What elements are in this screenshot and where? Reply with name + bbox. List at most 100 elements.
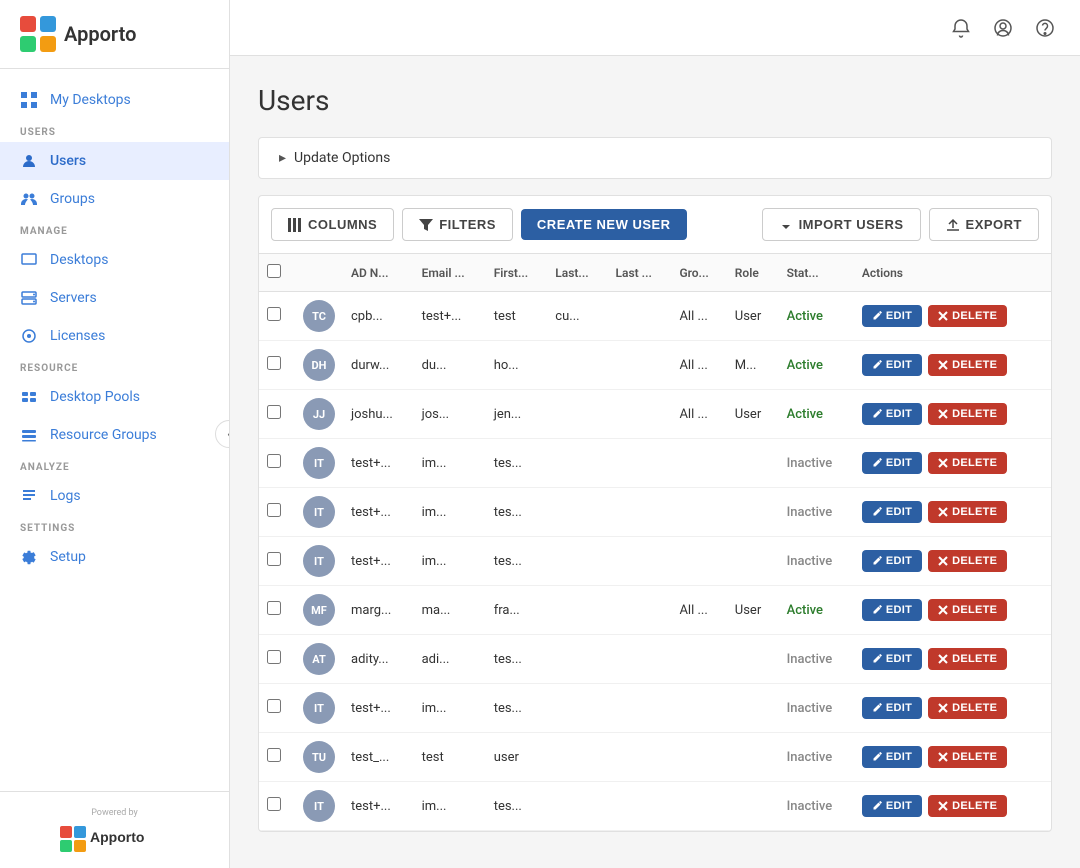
sidebar-item-my-desktops[interactable]: My Desktops xyxy=(0,81,229,119)
row-first-name: tes... xyxy=(486,635,548,684)
update-options-label: Update Options xyxy=(294,150,390,166)
create-new-user-label: CREATE NEW USER xyxy=(537,217,671,232)
row-email: jos... xyxy=(414,390,486,439)
row-checkbox-cell xyxy=(259,390,295,439)
row-last-login xyxy=(608,341,672,390)
create-new-user-button[interactable]: CREATE NEW USER xyxy=(521,209,687,240)
delete-button[interactable]: DELETE xyxy=(928,697,1007,719)
edit-button[interactable]: EDIT xyxy=(862,795,922,817)
row-first-name: tes... xyxy=(486,439,548,488)
row-last-login xyxy=(608,684,672,733)
page-content: Users ▸ Update Options COLUMNS FILTERS C… xyxy=(230,56,1080,868)
row-role: User xyxy=(727,586,779,635)
row-checkbox[interactable] xyxy=(267,503,281,517)
col-email[interactable]: Email ... xyxy=(414,254,486,292)
table-row: IT test+... im... tes... Inactive EDIT D… xyxy=(259,439,1051,488)
sidebar-item-logs[interactable]: Logs xyxy=(0,477,229,515)
edit-button[interactable]: EDIT xyxy=(862,550,922,572)
row-checkbox[interactable] xyxy=(267,601,281,615)
col-first[interactable]: First... xyxy=(486,254,548,292)
edit-icon xyxy=(872,360,882,370)
edit-button[interactable]: EDIT xyxy=(862,354,922,376)
delete-button[interactable]: DELETE xyxy=(928,599,1007,621)
col-last-login[interactable]: Last ... xyxy=(608,254,672,292)
row-checkbox[interactable] xyxy=(267,405,281,419)
row-checkbox[interactable] xyxy=(267,307,281,321)
sidebar-item-users[interactable]: Users xyxy=(0,142,229,180)
row-last-name xyxy=(547,488,607,537)
help-icon[interactable] xyxy=(1034,17,1056,39)
row-avatar-cell: MF xyxy=(295,586,343,635)
columns-label: COLUMNS xyxy=(308,217,377,232)
delete-button[interactable]: DELETE xyxy=(928,648,1007,670)
delete-button[interactable]: DELETE xyxy=(928,452,1007,474)
row-role xyxy=(727,537,779,586)
delete-button[interactable]: DELETE xyxy=(928,746,1007,768)
update-options-bar[interactable]: ▸ Update Options xyxy=(258,137,1052,179)
edit-icon xyxy=(872,605,882,615)
col-role[interactable]: Role xyxy=(727,254,779,292)
delete-button[interactable]: DELETE xyxy=(928,305,1007,327)
row-checkbox[interactable] xyxy=(267,454,281,468)
export-button[interactable]: EXPORT xyxy=(929,208,1039,241)
sidebar-item-desktop-pools[interactable]: Desktop Pools xyxy=(0,378,229,416)
edit-button[interactable]: EDIT xyxy=(862,501,922,523)
table-row: MF marg... ma... fra... All ... User Act… xyxy=(259,586,1051,635)
delete-button[interactable]: DELETE xyxy=(928,403,1007,425)
table-row: TC cpb... test+... test cu... All ... Us… xyxy=(259,292,1051,341)
row-checkbox[interactable] xyxy=(267,748,281,762)
row-last-name xyxy=(547,782,607,831)
row-last-login xyxy=(608,439,672,488)
table-row: IT test+... im... tes... Inactive EDIT D… xyxy=(259,488,1051,537)
sidebar-item-setup[interactable]: Setup xyxy=(0,538,229,576)
row-actions-cell: EDIT DELETE xyxy=(854,488,1051,537)
row-checkbox[interactable] xyxy=(267,356,281,370)
avatar: IT xyxy=(303,545,335,577)
edit-button[interactable]: EDIT xyxy=(862,452,922,474)
delete-button[interactable]: DELETE xyxy=(928,354,1007,376)
columns-button[interactable]: COLUMNS xyxy=(271,208,394,241)
row-ad-name: test+... xyxy=(343,782,414,831)
col-last[interactable]: Last... xyxy=(547,254,607,292)
import-icon xyxy=(779,218,793,232)
row-role xyxy=(727,488,779,537)
sidebar-item-resource-groups[interactable]: Resource Groups xyxy=(0,416,229,454)
row-checkbox[interactable] xyxy=(267,552,281,566)
sidebar-item-groups[interactable]: Groups xyxy=(0,180,229,218)
sidebar-item-licenses[interactable]: Licenses xyxy=(0,317,229,355)
row-checkbox[interactable] xyxy=(267,797,281,811)
user-account-icon[interactable] xyxy=(992,17,1014,39)
sidebar-item-servers[interactable]: Servers xyxy=(0,279,229,317)
table-row: JJ joshu... jos... jen... All ... User A… xyxy=(259,390,1051,439)
delete-button[interactable]: DELETE xyxy=(928,795,1007,817)
row-checkbox[interactable] xyxy=(267,699,281,713)
select-all-checkbox[interactable] xyxy=(267,264,281,278)
row-actions-cell: EDIT DELETE xyxy=(854,684,1051,733)
col-group[interactable]: Gro... xyxy=(671,254,726,292)
row-checkbox[interactable] xyxy=(267,650,281,664)
row-avatar-cell: TC xyxy=(295,292,343,341)
row-role: M... xyxy=(727,341,779,390)
edit-button[interactable]: EDIT xyxy=(862,697,922,719)
delete-button[interactable]: DELETE xyxy=(928,550,1007,572)
logs-icon xyxy=(20,487,38,505)
row-last-name xyxy=(547,684,607,733)
edit-button[interactable]: EDIT xyxy=(862,403,922,425)
filters-button[interactable]: FILTERS xyxy=(402,208,513,241)
users-table-wrapper: AD N... Email ... First... Last... Last … xyxy=(258,253,1052,832)
edit-button[interactable]: EDIT xyxy=(862,746,922,768)
edit-button[interactable]: EDIT xyxy=(862,599,922,621)
sidebar-item-desktops[interactable]: Desktops xyxy=(0,241,229,279)
notification-icon[interactable] xyxy=(950,17,972,39)
main-content: Users ▸ Update Options COLUMNS FILTERS C… xyxy=(230,0,1080,868)
row-role xyxy=(727,635,779,684)
edit-button[interactable]: EDIT xyxy=(862,648,922,670)
edit-button[interactable]: EDIT xyxy=(862,305,922,327)
col-ad-name[interactable]: AD N... xyxy=(343,254,414,292)
col-status[interactable]: Stat... xyxy=(779,254,854,292)
avatar: DH xyxy=(303,349,335,381)
avatar: TC xyxy=(303,300,335,332)
delete-button[interactable]: DELETE xyxy=(928,501,1007,523)
row-last-name xyxy=(547,439,607,488)
import-users-button[interactable]: IMPORT USERS xyxy=(762,208,921,241)
